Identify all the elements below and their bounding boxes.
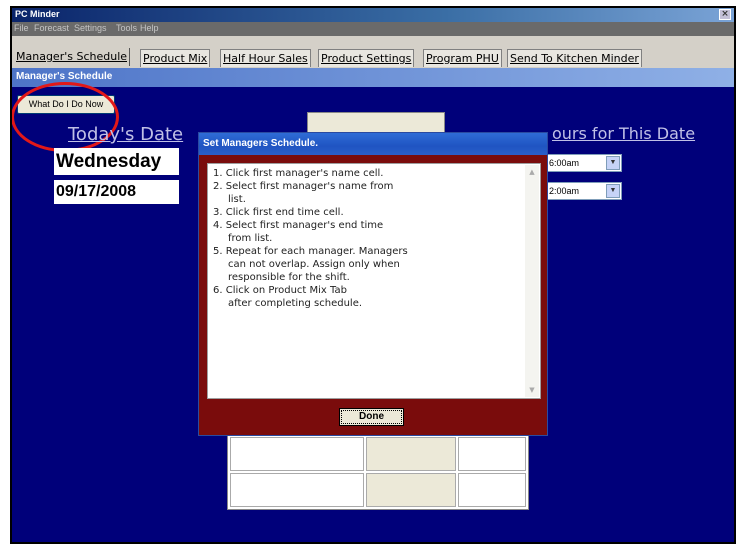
scroll-up-icon[interactable]: ▲ bbox=[525, 165, 539, 179]
weekday-field: Wednesday bbox=[54, 148, 179, 175]
menu-settings[interactable]: Settings bbox=[74, 23, 107, 33]
tab-bar: Manager's Schedule Product Mix Half Hour… bbox=[12, 36, 734, 68]
step-line: 4. Select first manager's end time bbox=[213, 220, 384, 231]
step-line: from list. bbox=[228, 233, 273, 244]
vertical-scrollbar[interactable]: ▲ ▼ bbox=[525, 165, 539, 397]
instruction-steps: 1. Click first manager's name cell. 2. S… bbox=[213, 168, 523, 311]
step-line: can not overlap. Assign only when bbox=[228, 259, 400, 270]
start-time-select[interactable]: 6:00am ▼ bbox=[546, 154, 622, 172]
what-do-i-do-now-button[interactable]: What Do I Do Now bbox=[17, 95, 115, 114]
start-time-value: 6:00am bbox=[549, 158, 580, 168]
grid-cell[interactable] bbox=[366, 473, 456, 507]
tab-product-mix[interactable]: Product Mix bbox=[140, 49, 211, 67]
window-title: PC Minder bbox=[15, 9, 60, 19]
tab-product-settings[interactable]: Product Settings bbox=[318, 49, 415, 67]
todays-date-label: Today's Date bbox=[68, 124, 184, 145]
tab-managers-schedule[interactable]: Manager's Schedule bbox=[14, 48, 131, 66]
step-line: 3. Click first end time cell. bbox=[213, 207, 344, 218]
step-line: 6. Click on Product Mix Tab bbox=[213, 285, 347, 296]
chevron-down-icon[interactable]: ▼ bbox=[606, 184, 620, 198]
end-time-value: 2:00am bbox=[549, 186, 580, 196]
step-line: 2. Select first manager's name from bbox=[213, 181, 394, 192]
tab-program-phu[interactable]: Program PHU bbox=[423, 49, 502, 67]
grid-cell[interactable] bbox=[458, 473, 526, 507]
section-header: Manager's Schedule bbox=[12, 68, 734, 87]
menu-forecast[interactable]: Forecast bbox=[34, 23, 69, 33]
dialog-title: Set Managers Schedule. bbox=[199, 133, 547, 155]
title-bar: PC Minder × bbox=[12, 8, 734, 22]
grid-cell[interactable] bbox=[458, 437, 526, 471]
step-line: 1. Click first manager's name cell. bbox=[213, 168, 384, 179]
grid-cell[interactable] bbox=[230, 473, 364, 507]
menu-bar: File Forecast Settings Tools Help bbox=[12, 22, 734, 36]
instructions-textarea[interactable]: 1. Click first manager's name cell. 2. S… bbox=[207, 163, 541, 399]
chevron-down-icon[interactable]: ▼ bbox=[606, 156, 620, 170]
menu-tools[interactable]: Tools bbox=[116, 23, 137, 33]
tab-half-hour-sales[interactable]: Half Hour Sales bbox=[220, 49, 311, 67]
step-line: responsible for the shift. bbox=[228, 272, 350, 283]
step-line: after completing schedule. bbox=[228, 298, 363, 309]
tab-send-to-kitchen-minder[interactable]: Send To Kitchen Minder bbox=[507, 49, 642, 67]
section-header-title: Manager's Schedule bbox=[16, 71, 113, 82]
done-button[interactable]: Done bbox=[339, 408, 404, 426]
step-line: 5. Repeat for each manager. Managers bbox=[213, 246, 408, 257]
menu-file[interactable]: File bbox=[14, 23, 29, 33]
hours-for-date-label: ours for This Date bbox=[552, 124, 696, 143]
end-time-select[interactable]: 2:00am ▼ bbox=[546, 182, 622, 200]
app-window: PC Minder × File Forecast Settings Tools… bbox=[10, 6, 736, 544]
close-icon[interactable]: × bbox=[719, 9, 731, 20]
set-managers-schedule-dialog: Set Managers Schedule. 1. Click first ma… bbox=[198, 132, 548, 436]
grid-cell[interactable] bbox=[230, 437, 364, 471]
grid-cell[interactable] bbox=[366, 437, 456, 471]
date-field: 09/17/2008 bbox=[54, 180, 179, 204]
schedule-grid bbox=[227, 434, 529, 510]
menu-help[interactable]: Help bbox=[140, 23, 159, 33]
step-line: list. bbox=[228, 194, 246, 205]
scroll-down-icon[interactable]: ▼ bbox=[525, 383, 539, 397]
